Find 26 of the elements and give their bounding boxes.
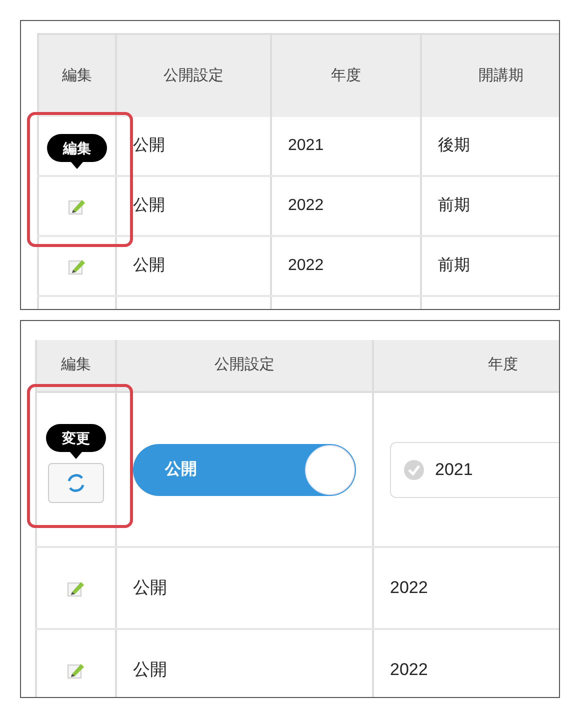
table-cell-text: 後期 (438, 136, 470, 156)
column-header: 年度 (270, 35, 420, 117)
column-header: 公開設定 (115, 35, 270, 117)
table-cell-text: 公開 (133, 577, 167, 600)
table-cell-text: 2021 (288, 136, 324, 156)
table-cell-text: 前期 (438, 256, 470, 276)
table-cell-text: 2022 (390, 659, 428, 682)
table-cell-text: 2022 (288, 256, 324, 276)
column-header: 公開設定 (115, 340, 372, 391)
table-cell-text: 公開 (133, 256, 165, 276)
table-cell-text: 2022 (390, 577, 428, 600)
check-icon (403, 458, 425, 480)
column-header: 開講期 (420, 35, 559, 117)
table-cell-text: 前期 (438, 196, 470, 216)
column-header: 編集 (37, 35, 115, 117)
table-cell-text: 公開 (133, 196, 165, 216)
year-field[interactable]: 2021 (390, 442, 559, 498)
refresh-button[interactable] (48, 463, 104, 503)
tooltip: 変更 (46, 424, 106, 459)
table-cell-text: 2022 (288, 196, 324, 216)
refresh-icon (65, 472, 87, 494)
table-cell-text: 公開 (133, 136, 165, 156)
tooltip: 編集 (47, 134, 107, 168)
column-header: 編集 (35, 340, 115, 391)
column-header: 年度 (372, 340, 559, 391)
table-cell-text: 公開 (133, 659, 167, 682)
